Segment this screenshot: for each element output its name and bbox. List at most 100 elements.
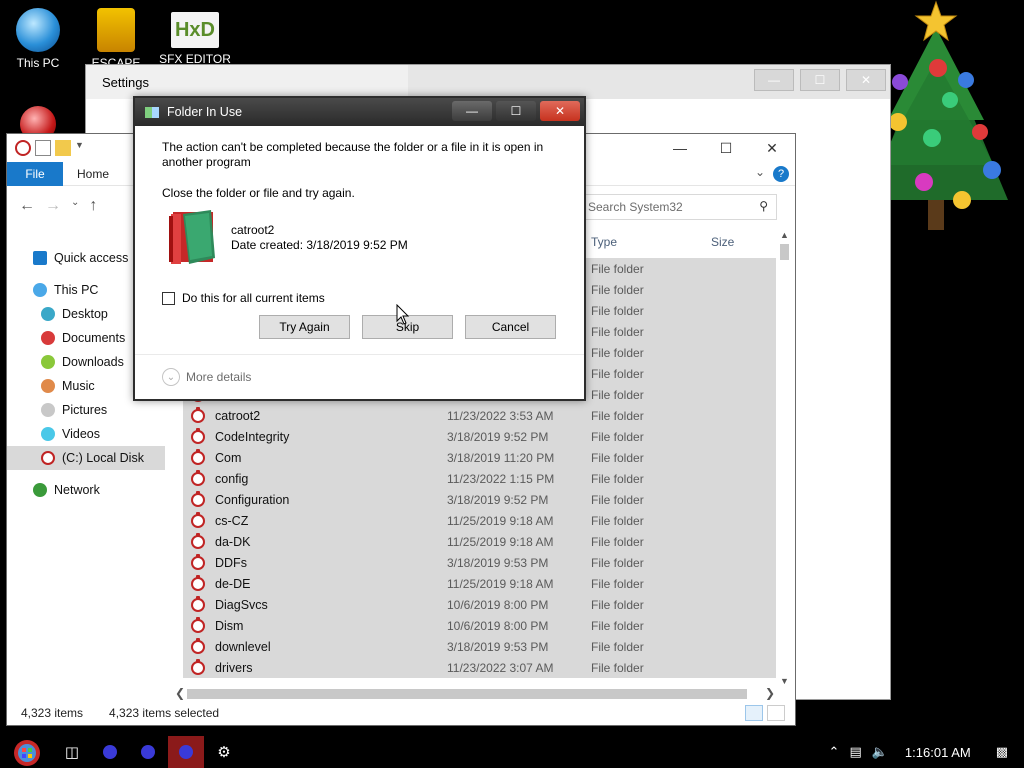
table-row[interactable]: da-DK 11/25/2019 9:18 AM File folder — [183, 531, 776, 552]
taskbar: ◫ ⚙ ⌃ ▤ 🔈 1:16:01 AM ▩ — [0, 736, 1024, 768]
row-name-cell: de-DE — [183, 574, 447, 591]
scrollbar-thumb[interactable] — [780, 244, 789, 260]
minimize-icon[interactable]: — — [754, 69, 794, 91]
details-view-icon[interactable] — [745, 705, 763, 721]
row-type: File folder — [591, 387, 644, 402]
forward-arrow-icon[interactable]: → — [45, 197, 61, 215]
up-arrow-icon[interactable]: ↑ — [89, 197, 97, 215]
videos-icon — [41, 427, 55, 441]
scroll-left-icon[interactable]: ❮ — [175, 686, 185, 700]
close-icon[interactable]: ✕ — [749, 134, 795, 162]
table-row[interactable]: drivers 11/23/2022 3:07 AM File folder — [183, 657, 776, 678]
row-name: catroot2 — [215, 408, 261, 423]
try-again-button[interactable]: Try Again — [259, 315, 350, 339]
nav-item-network[interactable]: Network — [7, 478, 165, 502]
hxd-app-icon: HxD — [171, 12, 219, 48]
table-row[interactable]: Dism 10/6/2019 8:00 PM File folder — [183, 615, 776, 636]
scrollbar-thumb[interactable] — [187, 689, 747, 699]
row-date: 10/6/2019 8:00 PM — [447, 597, 549, 612]
network-icon[interactable]: ▤ — [849, 744, 861, 760]
expand-ribbon-icon[interactable]: ⌄ — [755, 165, 765, 179]
search-input[interactable]: Search System32 ⚲ — [581, 194, 777, 220]
column-header-size[interactable]: Size — [711, 235, 734, 249]
table-row[interactable]: DiagSvcs 10/6/2019 8:00 PM File folder — [183, 594, 776, 615]
row-date: 11/25/2019 9:18 AM — [447, 576, 554, 591]
desktop-icon-this-pc[interactable]: This PC — [0, 8, 76, 70]
computer-icon — [33, 283, 47, 297]
taskbar-app-icon[interactable] — [92, 736, 128, 768]
monitor-icon — [16, 8, 60, 52]
folder-icon — [191, 406, 205, 423]
chevron-down-icon[interactable]: ▼ — [75, 140, 91, 156]
scroll-up-icon[interactable]: ▲ — [780, 230, 789, 240]
maximize-icon[interactable]: ☐ — [703, 134, 749, 162]
properties-icon[interactable] — [35, 140, 51, 156]
system-menu-icon[interactable] — [15, 140, 31, 156]
nav-item-pictures[interactable]: Pictures — [7, 398, 165, 422]
tab-file[interactable]: File — [7, 161, 63, 186]
table-row[interactable]: de-DE 11/25/2019 9:18 AM File folder — [183, 573, 776, 594]
row-name: downlevel — [215, 639, 271, 654]
apply-to-all-checkbox[interactable]: Do this for all current items — [162, 291, 325, 305]
start-button-icon[interactable] — [8, 736, 46, 768]
checkbox-label: Do this for all current items — [182, 291, 325, 305]
recent-locations-icon[interactable]: ⌄ — [71, 197, 79, 215]
new-folder-icon[interactable] — [55, 140, 71, 156]
row-name-cell: DiagSvcs — [183, 595, 447, 612]
scroll-right-icon[interactable]: ❯ — [765, 686, 775, 700]
back-arrow-icon[interactable]: ← — [19, 197, 35, 215]
taskbar-explorer-icon[interactable] — [168, 736, 204, 768]
dialog-message: The action can't be completed because th… — [162, 140, 544, 169]
help-icon[interactable]: ? — [773, 166, 789, 182]
cancel-button[interactable]: Cancel — [465, 315, 556, 339]
volume-icon[interactable]: 🔈 — [872, 744, 888, 760]
table-row[interactable]: cs-CZ 11/25/2019 9:18 AM File folder — [183, 510, 776, 531]
notification-icon[interactable]: ▩ — [996, 744, 1008, 760]
clock[interactable]: 1:16:01 AM — [905, 745, 971, 760]
chevron-down-icon[interactable]: ⌄ — [162, 368, 180, 386]
table-row[interactable]: config 11/23/2022 1:15 PM File folder — [183, 468, 776, 489]
maximize-icon[interactable]: ☐ — [800, 69, 840, 91]
close-icon[interactable]: ✕ — [540, 101, 580, 121]
table-row[interactable]: downlevel 3/18/2019 9:53 PM File folder — [183, 636, 776, 657]
row-name: Com — [215, 450, 242, 465]
minimize-icon[interactable]: — — [657, 134, 703, 162]
close-icon[interactable]: ✕ — [846, 69, 886, 91]
tab-home[interactable]: Home — [63, 167, 123, 181]
task-view-icon[interactable]: ◫ — [54, 736, 90, 768]
folder-in-use-dialog[interactable]: Folder In Use — ☐ ✕ The action can't be … — [133, 96, 586, 401]
nav-item-videos[interactable]: Videos — [7, 422, 165, 446]
checkbox-box[interactable] — [162, 291, 175, 305]
row-name: DDFs — [215, 555, 247, 570]
dialog-separator — [135, 354, 584, 355]
table-row[interactable]: CodeIntegrity 3/18/2019 9:52 PM File folde… — [183, 426, 776, 447]
settings-gear-icon[interactable]: ⚙ — [206, 736, 242, 768]
folder-icon — [191, 532, 205, 549]
desktop-icon-sfx-editor[interactable]: HxD SFX EDITOR — [157, 8, 233, 66]
nav-item-local-disk[interactable]: (C:) Local Disk — [7, 446, 165, 470]
minimize-icon[interactable]: — — [452, 101, 492, 121]
dialog-titlebar[interactable]: Folder In Use — ☐ ✕ — [135, 98, 584, 126]
row-date: 10/6/2019 8:00 PM — [447, 618, 549, 633]
documents-icon — [41, 331, 55, 345]
row-name-cell: DDFs — [183, 553, 447, 570]
show-hidden-icons-icon[interactable]: ⌃ — [829, 744, 840, 760]
desktop-icon-label: This PC — [16, 56, 60, 70]
column-header-type[interactable]: Type — [591, 235, 711, 249]
large-icons-view-icon[interactable] — [767, 705, 785, 721]
table-row[interactable]: Com 3/18/2019 11:20 PM File folder — [183, 447, 776, 468]
table-row[interactable]: catroot2 11/23/2022 3:53 AM File folder — [183, 405, 776, 426]
folder-icon — [191, 574, 205, 591]
row-type: File folder — [591, 492, 644, 507]
row-date: 11/23/2022 3:53 AM — [447, 408, 554, 423]
row-name-cell: CodeIntegrity — [183, 427, 447, 444]
folder-icon — [191, 511, 205, 528]
scroll-down-icon[interactable]: ▼ — [780, 676, 789, 686]
vertical-scrollbar[interactable]: ▲ ▼ — [777, 230, 793, 686]
more-details-toggle[interactable]: ⌄ More details — [162, 368, 251, 386]
taskbar-app-icon[interactable] — [130, 736, 166, 768]
row-name: da-DK — [215, 534, 251, 549]
table-row[interactable]: Configuration 3/18/2019 9:52 PM File folde… — [183, 489, 776, 510]
table-row[interactable]: DDFs 3/18/2019 9:53 PM File folder — [183, 552, 776, 573]
search-icon[interactable]: ⚲ — [759, 199, 768, 213]
